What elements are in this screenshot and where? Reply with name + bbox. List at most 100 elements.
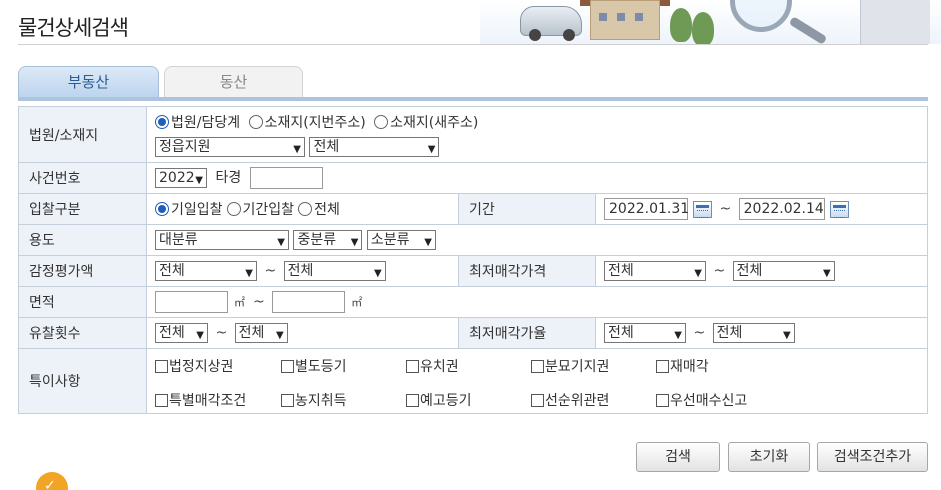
usage-label: 용도 [18, 224, 147, 256]
title-divider [18, 44, 928, 45]
checkbox-icon [656, 394, 669, 407]
reset-button[interactable]: 초기화 [728, 442, 810, 472]
range-separator: ~ [713, 263, 726, 279]
checkbox-label: 농지취득 [295, 393, 347, 409]
checkbox-grave-site-right[interactable]: 분묘기지권 [531, 356, 656, 376]
checkbox-resale[interactable]: 재매각 [656, 356, 796, 376]
check-badge-icon: ✓ [36, 472, 68, 490]
min-price-to-value: 전체 [736, 263, 763, 279]
period-label: 기간 [458, 193, 596, 225]
appraisal-from-select[interactable]: 전체 ▼ [155, 261, 257, 281]
calendar-icon[interactable] [693, 200, 712, 218]
chevron-down-icon: ▼ [350, 237, 359, 248]
chevron-down-icon: ▼ [275, 330, 284, 341]
special-checkbox-grid: 법정지상권 별도등기 유치권 분묘기지권 재매각 특별매각조건 농지취득 예고등… [155, 352, 919, 410]
appraisal-to-select[interactable]: 전체 ▼ [283, 261, 386, 281]
usage-minor-select[interactable]: 소분류 ▼ [366, 230, 436, 250]
range-separator: ~ [253, 294, 265, 310]
checkbox-label: 별도등기 [295, 359, 347, 375]
dept-select[interactable]: 전체 ▼ [309, 137, 440, 157]
checkbox-surface-right[interactable]: 법정지상권 [155, 356, 281, 376]
chevron-down-icon: ▼ [427, 144, 436, 155]
min-price-from-select[interactable]: 전체 ▼ [604, 261, 706, 281]
range-separator: ~ [719, 201, 732, 217]
checkbox-preliminary-registry[interactable]: 예고등기 [406, 390, 531, 410]
checkbox-label: 예고등기 [420, 393, 472, 409]
checkbox-farmland-acquisition[interactable]: 농지취득 [281, 390, 406, 410]
checkbox-lien[interactable]: 유치권 [406, 356, 531, 376]
area-to-input[interactable] [272, 291, 346, 313]
car-illustration [520, 6, 582, 41]
checkbox-priority-purchase[interactable]: 우선매수신고 [656, 390, 796, 410]
chevron-down-icon: ▼ [277, 237, 285, 248]
range-separator: ~ [264, 263, 277, 279]
checkbox-icon [406, 360, 419, 373]
tab-real-estate[interactable]: 부동산 [18, 66, 159, 98]
court-select-value: 정읍지원 [159, 139, 211, 155]
checkbox-senior-related[interactable]: 선순위관련 [531, 390, 656, 410]
usage-major-select[interactable]: 대분류 ▼ [155, 230, 289, 250]
radio-icon [248, 115, 263, 129]
min-rate-to-select[interactable]: 전체 ▼ [712, 323, 795, 343]
calendar-icon[interactable] [829, 200, 849, 218]
search-button[interactable]: 검색 [636, 442, 720, 472]
checkbox-special-sale-condition[interactable]: 특별매각조건 [155, 390, 281, 410]
building-illustration [860, 0, 930, 44]
case-year-value: 2022 [159, 170, 195, 186]
usage-major-value: 대분류 [159, 232, 198, 248]
add-condition-button[interactable]: 검색조건추가 [817, 442, 928, 472]
tab-movable-property[interactable]: 동산 [164, 66, 303, 98]
radio-road-address[interactable]: 소재지(새주소) [374, 112, 478, 132]
fail-count-label: 유찰횟수 [18, 317, 147, 349]
page-title: 물건상세검색 [18, 16, 129, 40]
radio-label: 법원/담당계 [171, 115, 241, 131]
case-year-select[interactable]: 2022 ▼ [155, 168, 207, 188]
checkbox-icon [406, 394, 419, 407]
checkbox-icon [281, 360, 294, 373]
checkbox-icon [155, 394, 168, 407]
radio-icon [226, 202, 241, 216]
radio-period-bid[interactable]: 기간입찰 [226, 199, 295, 219]
dept-select-value: 전체 [313, 139, 340, 155]
checkbox-icon [531, 394, 544, 407]
area-unit: ㎡ [234, 296, 245, 309]
case-number-input[interactable] [249, 167, 323, 189]
min-rate-to-value: 전체 [716, 325, 743, 341]
range-separator: ~ [693, 325, 706, 341]
fail-to-select[interactable]: 전체 ▼ [234, 323, 288, 343]
area-from-input[interactable] [155, 291, 228, 313]
checkbox-icon [531, 360, 544, 373]
usage-medium-select[interactable]: 중분류 ▼ [293, 230, 363, 250]
date-from-input[interactable]: 2022.01.31 [604, 198, 689, 220]
tab-underline [18, 97, 928, 101]
radio-court-dept[interactable]: 법원/담당계 [155, 112, 240, 132]
checkbox-label: 분묘기지권 [545, 359, 610, 375]
chevron-down-icon: ▼ [694, 268, 702, 279]
court-select[interactable]: 정읍지원 ▼ [155, 137, 305, 157]
fail-to-value: 전체 [238, 325, 265, 341]
bid-type-label: 입찰구분 [18, 193, 147, 225]
radio-all-bid[interactable]: 전체 [298, 199, 340, 219]
min-rate-label: 최저매각가율 [458, 317, 596, 349]
chevron-down-icon: ▼ [782, 330, 791, 341]
date-to-input[interactable]: 2022.02.14 [738, 198, 825, 220]
min-rate-from-select[interactable]: 전체 ▼ [604, 323, 686, 343]
radio-lot-address[interactable]: 소재지(지번주소) [248, 112, 366, 132]
chevron-down-icon: ▼ [822, 268, 831, 279]
checkbox-icon [281, 394, 294, 407]
special-label: 특이사항 [18, 348, 147, 414]
case-label: 사건번호 [18, 162, 147, 194]
checkbox-label: 우선매수신고 [670, 393, 748, 409]
fail-from-select[interactable]: 전체 ▼ [155, 323, 208, 343]
area-label: 면적 [18, 286, 147, 318]
min-rate-from-value: 전체 [608, 325, 634, 341]
radio-date-bid[interactable]: 기일입찰 [155, 199, 223, 219]
chevron-down-icon: ▼ [373, 268, 382, 279]
chevron-down-icon: ▼ [245, 268, 253, 279]
appraisal-from-value: 전체 [159, 263, 185, 279]
radio-label: 기일입찰 [171, 202, 223, 218]
min-price-to-select[interactable]: 전체 ▼ [732, 261, 835, 281]
checkbox-separate-registry[interactable]: 별도등기 [281, 356, 406, 376]
radio-label: 기간입찰 [242, 202, 295, 218]
court-label: 법원/소재지 [18, 106, 147, 163]
